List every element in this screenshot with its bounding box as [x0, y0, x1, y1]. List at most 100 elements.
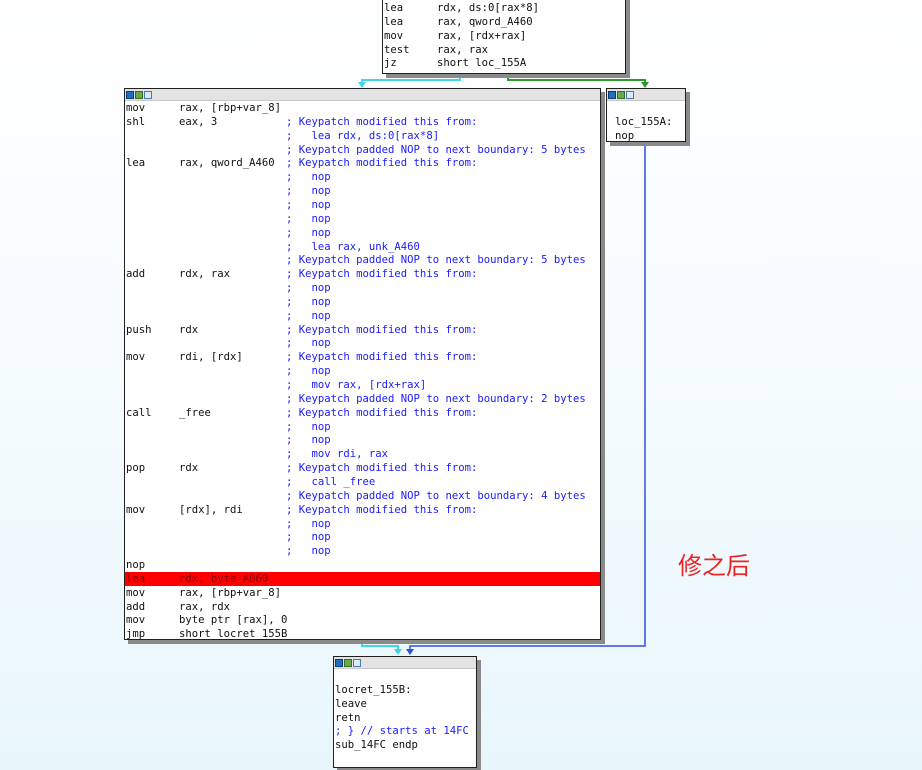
mnemonic[interactable]: mov	[126, 350, 145, 364]
code-line[interactable]: jz short loc_155A	[383, 56, 625, 70]
operand[interactable]: rax, [rdx+rax]	[437, 29, 526, 43]
code-line[interactable]: ; Keypatch padded NOP to next boundary: …	[125, 392, 600, 406]
code-line[interactable]: jmp short locret_155B	[125, 627, 600, 641]
mnemonic[interactable]: mov	[126, 503, 145, 517]
code-line[interactable]: ; nop	[125, 281, 600, 295]
operand[interactable]: rdx, byte_A060	[179, 572, 268, 586]
operand[interactable]: rax, rax	[437, 43, 488, 57]
mnemonic[interactable]: mov	[384, 29, 403, 43]
comment[interactable]: ; nop	[286, 544, 331, 558]
code-line[interactable]: ; call _free	[125, 475, 600, 489]
operand[interactable]: eax, 3	[179, 115, 217, 129]
code-line[interactable]: add rax, rdx	[125, 600, 600, 614]
operand[interactable]: rdx	[179, 461, 198, 475]
comment[interactable]: ; nop	[286, 212, 331, 226]
code-line[interactable]: retn	[334, 711, 476, 725]
text-view-icon[interactable]	[144, 90, 152, 99]
code-line[interactable]: ; nop	[125, 295, 600, 309]
code-line[interactable]: lea rax, qword_A460	[383, 15, 625, 29]
mnemonic[interactable]: add	[126, 600, 145, 614]
operand[interactable]: rax, [rbp+var_8]	[179, 101, 281, 115]
main-code-block[interactable]: mov rax, [rbp+var_8] shl eax, 3; Keypatch m…	[124, 88, 601, 640]
code-line[interactable]: sub_14FC endp	[334, 738, 476, 752]
code-line[interactable]: call _free ; Keypatch modified this from:	[125, 406, 600, 420]
text-view-icon[interactable]	[626, 90, 634, 99]
code-text[interactable]: nop	[615, 129, 634, 143]
code-line[interactable]: mov rax, [rbp+var_8]	[125, 586, 600, 600]
mnemonic[interactable]: add	[126, 267, 145, 281]
code-line[interactable]: ; mov rdi, rax	[125, 447, 600, 461]
comment[interactable]: ; Keypatch modified this from:	[286, 115, 477, 129]
code-line[interactable]: loc_155A:	[607, 115, 685, 129]
comment[interactable]: ; Keypatch modified this from:	[286, 406, 477, 420]
comment[interactable]: ; nop	[286, 517, 331, 531]
operand[interactable]: byte ptr [rax], 0	[179, 613, 287, 627]
code-line[interactable]: mov rax, [rdx+rax]	[383, 29, 625, 43]
code-line[interactable]: ; } // starts at 14FC	[334, 724, 476, 738]
comment[interactable]: ; nop	[286, 433, 331, 447]
mnemonic[interactable]: lea	[126, 572, 145, 586]
comment[interactable]: ; lea rdx, ds:0[rax*8]	[286, 129, 439, 143]
mnemonic[interactable]: jz	[384, 56, 397, 70]
comment[interactable]: ; nop	[286, 336, 331, 350]
operand[interactable]: [rdx], rdi	[179, 503, 243, 517]
code-line[interactable]: nop	[607, 129, 685, 143]
comment[interactable]: ; nop	[286, 364, 331, 378]
code-line[interactable]: mov [rdx], rdi ; Keypatch modified this fr…	[125, 503, 600, 517]
comment[interactable]: ; mov rax, [rdx+rax]	[286, 378, 426, 392]
comment[interactable]: ; Keypatch padded NOP to next boundary: …	[286, 392, 586, 406]
comment[interactable]: ; Keypatch modified this from:	[286, 503, 477, 517]
comment[interactable]: ; Keypatch modified this from:	[286, 156, 477, 170]
code-line[interactable]: ; nop	[125, 364, 600, 378]
code-line[interactable]: mov rdi, [rdx] ; Keypatch modified this fr…	[125, 350, 600, 364]
code-line[interactable]: ; nop	[125, 420, 600, 434]
code-line[interactable]	[334, 669, 476, 683]
mnemonic[interactable]: mov	[126, 586, 145, 600]
comment[interactable]: ; Keypatch padded NOP to next boundary: …	[286, 489, 586, 503]
mnemonic[interactable]: call	[126, 406, 152, 420]
comment[interactable]: ; nop	[286, 530, 331, 544]
comment[interactable]: ; nop	[286, 170, 331, 184]
comment[interactable]: ; Keypatch padded NOP to next boundary: …	[286, 253, 586, 267]
graph-icon[interactable]	[344, 658, 352, 667]
operand[interactable]: rax, rdx	[179, 600, 230, 614]
comment[interactable]: ; nop	[286, 420, 331, 434]
mnemonic[interactable]: mov	[126, 613, 145, 627]
code-line[interactable]: ; nop	[125, 170, 600, 184]
mnemonic[interactable]: mov	[126, 101, 145, 115]
code-line[interactable]: test rax, rax	[383, 43, 625, 57]
comment[interactable]: ; call _free	[286, 475, 375, 489]
mnemonic[interactable]: push	[126, 323, 152, 337]
code-line[interactable]: ; Keypatch padded NOP to next boundary: …	[125, 143, 600, 157]
code-line[interactable]: ; lea rdx, ds:0[rax*8]	[125, 129, 600, 143]
code-line[interactable]: ; mov rax, [rdx+rax]	[125, 378, 600, 392]
comment[interactable]: ; Keypatch modified this from:	[286, 267, 477, 281]
comment[interactable]: ; nop	[286, 226, 331, 240]
label-loc-155a[interactable]: loc_155A:	[615, 115, 672, 129]
code-line[interactable]: ; nop	[125, 198, 600, 212]
code-text[interactable]: retn	[335, 711, 361, 725]
code-line[interactable]: mov rax, [rbp+var_8]	[125, 101, 600, 115]
comment[interactable]: ; nop	[286, 198, 331, 212]
comment[interactable]: ; nop	[286, 281, 331, 295]
block-color-icon[interactable]	[126, 90, 134, 99]
graph-icon[interactable]	[617, 90, 625, 99]
code-line[interactable]: ; nop	[125, 433, 600, 447]
block-color-icon[interactable]	[335, 658, 343, 667]
code-line[interactable]: ; nop	[125, 184, 600, 198]
code-line[interactable]: push rdx ; Keypatch modified this from:	[125, 323, 600, 337]
mnemonic[interactable]: test	[384, 43, 410, 57]
comment[interactable]: ; lea rax, unk_A460	[286, 240, 420, 254]
mnemonic[interactable]: lea	[384, 1, 403, 15]
code-line[interactable]: ; nop	[125, 226, 600, 240]
code-line[interactable]: ; lea rax, unk_A460	[125, 240, 600, 254]
comment[interactable]: ; nop	[286, 309, 331, 323]
mnemonic[interactable]: lea	[126, 156, 145, 170]
loc-155a-code-block[interactable]: loc_155A: nop	[606, 88, 686, 142]
code-line[interactable]: mov byte ptr [rax], 0	[125, 613, 600, 627]
code-line[interactable]	[607, 101, 685, 115]
operand[interactable]: rax, qword_A460	[437, 15, 533, 29]
code-text[interactable]: ; } // starts at 14FC	[335, 724, 469, 738]
operand[interactable]: rdx, ds:0[rax*8]	[437, 1, 539, 15]
mnemonic[interactable]: jmp	[126, 627, 145, 641]
